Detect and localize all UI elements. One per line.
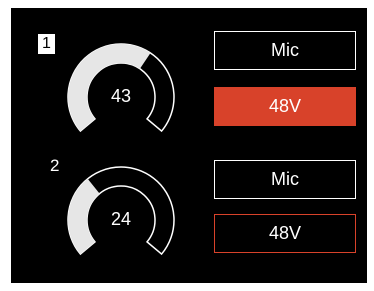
channel-2-gain-value: 24: [111, 209, 131, 229]
channel-2-gain-knob[interactable]: 24: [51, 158, 191, 278]
channel-1-mic-button[interactable]: Mic: [214, 31, 356, 70]
channel-2-mic-button[interactable]: Mic: [214, 160, 356, 199]
channel-1-gain-fill: [68, 44, 151, 132]
channel-1-gain-knob[interactable]: 43: [51, 35, 191, 155]
channel-1-gain-value: 43: [111, 86, 131, 106]
channel-2-48v-button[interactable]: 48V: [214, 214, 356, 253]
channel-1-48v-button[interactable]: 48V: [214, 87, 356, 126]
input-panel: 1 43 Mic 48V 2 24 Mic 48V: [11, 8, 367, 283]
